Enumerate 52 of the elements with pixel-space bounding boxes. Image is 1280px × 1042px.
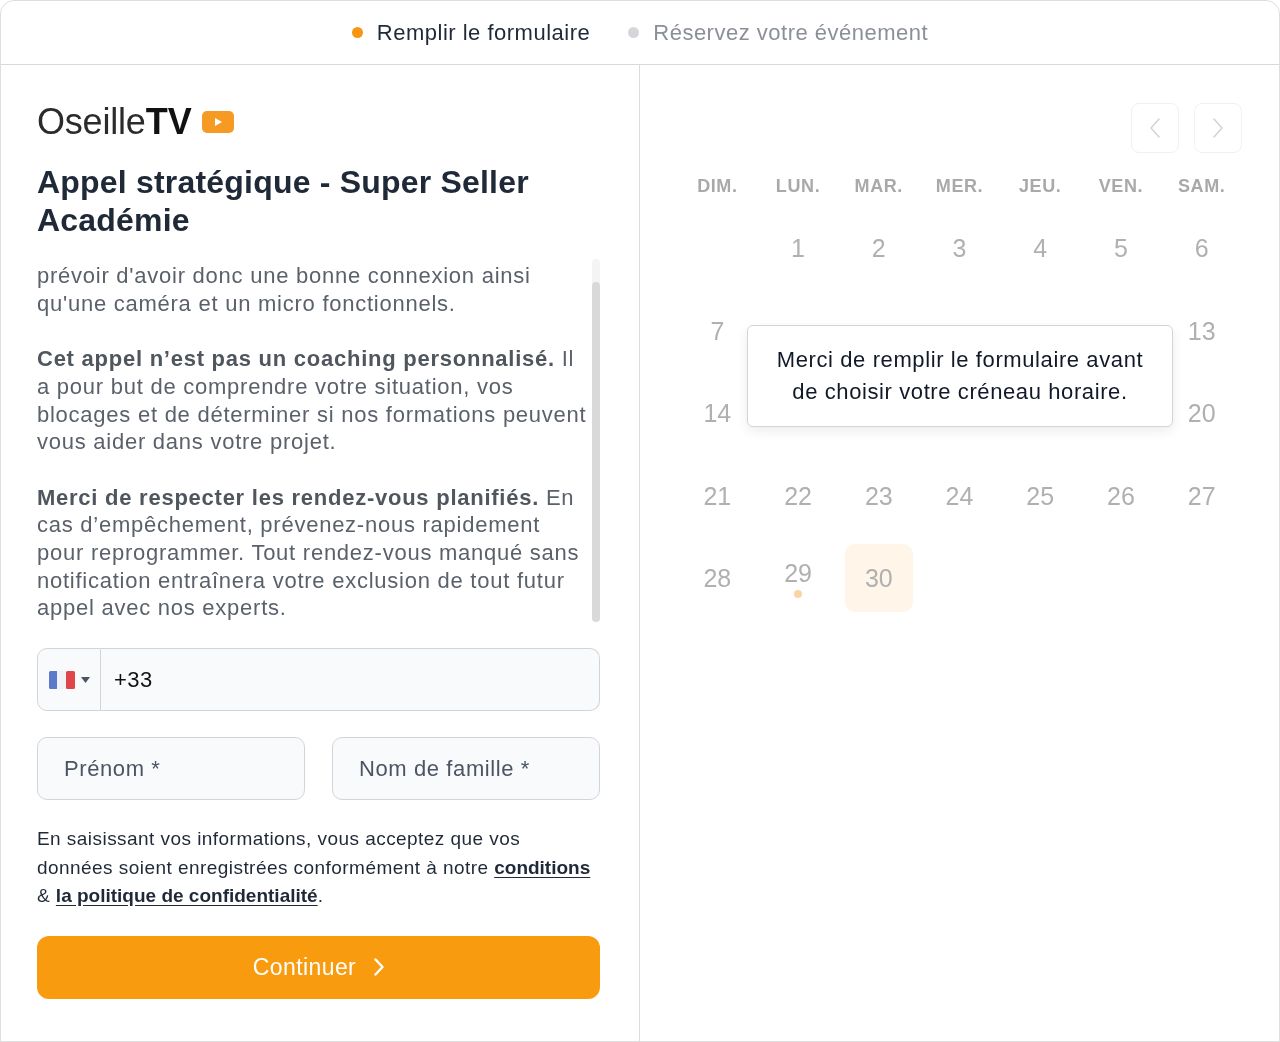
calendar-day[interactable]: 6 [1194, 234, 1209, 263]
calendar-day[interactable]: 25 [1026, 481, 1055, 510]
play-icon [201, 111, 234, 133]
step-label: Remplir le formulaire [376, 19, 591, 46]
consent-text: En saisissant vos informations, vous acceptez que vos données soient enregistrées conformément à notre conditions & la politique de confidentialité. [37, 827, 592, 908]
calendar-day[interactable]: 22 [784, 481, 812, 510]
calendar-day[interactable]: 2 [871, 234, 886, 263]
tooltip: Merci de remplir le formulaire avant de choisir votre créneau horaire. [747, 325, 1173, 427]
calendar-day[interactable]: 3 [952, 234, 967, 263]
calendar-day[interactable]: 20 [1187, 399, 1216, 428]
chevron-right-icon [1213, 118, 1223, 138]
weekday-label: VEN. [1098, 175, 1144, 197]
calendar-day[interactable]: 27 [1187, 481, 1216, 510]
logo-text: OseilleTV [37, 103, 192, 141]
calendar-day[interactable]: 24 [945, 481, 974, 510]
calendar-day[interactable]: 30 [844, 544, 913, 613]
weekday-label: DIM. [697, 175, 738, 197]
calendar-day[interactable]: 7 [710, 316, 725, 345]
page-title: Appel stratégique - Super Seller Académie [37, 163, 530, 239]
calendar-day[interactable]: 26 [1107, 481, 1135, 510]
name-input[interactable]: Nom de famille * [332, 737, 600, 800]
consent-link[interactable]: la politique de confidentialité [55, 885, 318, 906]
chevron-left-icon [1150, 118, 1160, 138]
calendar-day[interactable]: 23 [864, 481, 893, 510]
previous-month-button[interactable] [1131, 103, 1179, 153]
calendar-day[interactable]: 21 [703, 481, 732, 510]
weekday-label: SAM. [1177, 175, 1226, 197]
description-paragraph: prévoir d'avoir donc une bonne connexion ainsi qu'une caméra et un micro fonctionnels. [37, 262, 532, 318]
weekday-label: MER. [935, 175, 984, 197]
phone-input[interactable]: +33 [101, 648, 600, 711]
name-input[interactable]: Prénom * [37, 737, 305, 800]
description-paragraph: Merci de respecter les rendez-vous planifiés. En cas d’empêchement, prévenez-nous rapidement pour reprogrammer. Tout rendez-vous manqué sans notification entraînera votre exclusion de tout futur appel avec nos experts. [37, 483, 581, 622]
consent-link[interactable]: conditions [494, 856, 591, 878]
step-label: Réservez votre événement [653, 19, 929, 46]
calendar-day[interactable]: 1 [791, 234, 805, 263]
weekday-label: MAR. [854, 175, 903, 197]
flag-icon [48, 670, 75, 689]
caret-icon [80, 676, 90, 683]
calendar-day[interactable]: 28 [703, 564, 732, 593]
continue-button[interactable]: Continuer [37, 935, 600, 999]
event-dot-icon [794, 589, 803, 598]
next-month-button[interactable] [1194, 103, 1242, 153]
calendar-day[interactable]: 13 [1187, 316, 1216, 345]
calendar-day[interactable]: 14 [703, 399, 732, 428]
country-select[interactable] [37, 648, 101, 711]
calendar-day[interactable]: 4 [1033, 234, 1048, 263]
weekday-label: JEU. [1019, 175, 1062, 197]
calendar-day[interactable]: 5 [1113, 234, 1128, 263]
calendar-day[interactable]: 29 [784, 558, 812, 598]
chevron-right-icon [374, 958, 385, 976]
weekday-label: LUN. [775, 175, 821, 197]
description-paragraph: Cet appel n’est pas un coaching personnalisé. Il a pour but de comprendre votre situation, vos blocages et de déterminer si nos formations peuvent vous aider dans votre projet. [37, 345, 588, 456]
